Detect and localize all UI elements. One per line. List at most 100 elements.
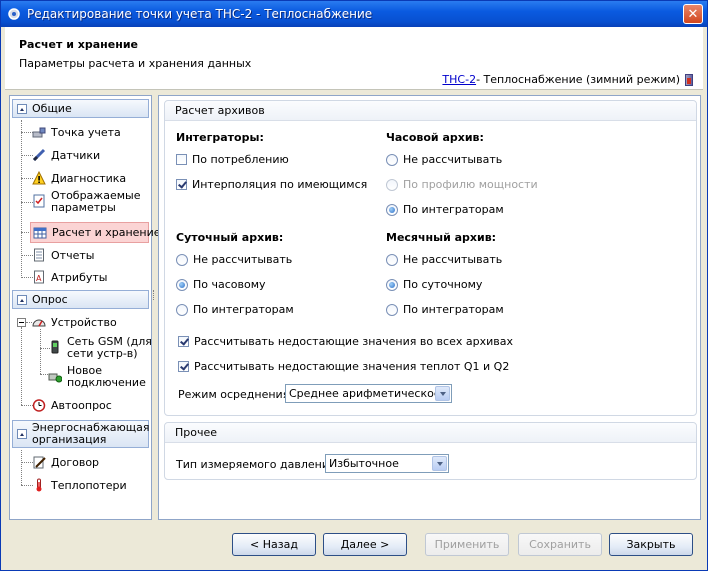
radio-circle[interactable] xyxy=(176,278,188,291)
window-title: Редактирование точки учета ТНС-2 - Тепло… xyxy=(27,7,373,21)
context-info: ТНС-2 - Теплоснабжение (зимний режим) xyxy=(442,73,693,86)
nav-item-new-connection[interactable]: Новое подключение xyxy=(48,365,153,389)
other-section: Прочее Тип измеряемого давления: Избыточ… xyxy=(164,422,697,480)
section-title: Расчет архивов xyxy=(165,101,696,121)
close-icon: ✕ xyxy=(687,6,699,22)
averaging-mode-label: Режим осреднения: xyxy=(178,388,294,401)
next-button[interactable]: Далее > xyxy=(323,533,407,556)
chevron-down-icon[interactable] xyxy=(432,456,447,471)
nav-item-calc-storage[interactable]: Расчет и хранение xyxy=(30,222,161,243)
close-button[interactable]: Закрыть xyxy=(609,533,693,556)
nav-item-diagnostics[interactable]: Диагностика xyxy=(32,170,126,185)
radio-circle[interactable] xyxy=(386,253,398,266)
collapse-icon xyxy=(17,429,27,439)
monthly-by-integrators-radio[interactable]: По интеграторам xyxy=(386,303,504,316)
nav-group-energy-org[interactable]: Энергоснабжающая организация xyxy=(12,420,150,448)
warning-icon xyxy=(32,170,46,185)
document-icon xyxy=(32,248,46,262)
thermometer-icon xyxy=(685,73,693,86)
metering-point-link[interactable]: ТНС-2 xyxy=(442,73,476,86)
nav-item-device[interactable]: Устройство xyxy=(32,315,117,329)
page-title: Расчет и хранение xyxy=(19,38,138,51)
monthly-by-daily-radio[interactable]: По суточному xyxy=(386,278,482,291)
page-subtitle: Параметры расчета и хранения данных xyxy=(19,57,252,70)
integrators-interpolation-checkbox[interactable]: Интерполяция по имеющимся xyxy=(176,178,367,191)
collapse-icon xyxy=(17,103,27,114)
pressure-type-select[interactable]: Избыточное xyxy=(325,454,449,473)
nav-item-heat-loss[interactable]: Теплопотери xyxy=(32,478,127,492)
tree-collapse-icon[interactable] xyxy=(17,318,26,327)
radio-circle[interactable] xyxy=(176,303,188,316)
radio-circle[interactable] xyxy=(176,253,188,266)
content-area: Общие Точка учета Датчики Диагностика От… xyxy=(5,90,703,522)
nav-group-poll[interactable]: Опрос xyxy=(12,290,149,309)
radio-circle[interactable] xyxy=(386,303,398,316)
nav-item-displayed-params[interactable]: Отображаемые параметры xyxy=(32,190,141,214)
archive-calc-section: Расчет архивов Интеграторы: По потреблен… xyxy=(164,100,697,416)
daily-none-radio[interactable]: Не рассчитывать xyxy=(176,253,292,266)
gear-icon xyxy=(7,7,21,21)
contract-pen-icon xyxy=(32,455,46,469)
calc-missing-all-checkbox[interactable]: Рассчитывать недостающие значения во все… xyxy=(178,335,513,348)
apply-button[interactable]: Применить xyxy=(425,533,509,556)
panel-splitter[interactable] xyxy=(153,290,157,300)
checklist-icon xyxy=(32,194,46,208)
daily-archive-label: Суточный архив: xyxy=(176,231,284,244)
radio-circle[interactable] xyxy=(386,203,398,216)
pressure-type-label: Тип измеряемого давления: xyxy=(176,458,340,471)
nav-item-attributes[interactable]: A Атрибуты xyxy=(32,270,107,284)
chevron-down-icon[interactable] xyxy=(435,386,450,401)
nav-item-reports[interactable]: Отчеты xyxy=(32,248,94,262)
nav-group-general[interactable]: Общие xyxy=(12,99,149,118)
nav-item-contract[interactable]: Договор xyxy=(32,455,99,469)
mobile-phone-icon xyxy=(48,340,62,354)
close-window-button[interactable]: ✕ xyxy=(683,4,703,24)
integrators-by-consumption-checkbox[interactable]: По потреблению xyxy=(176,153,289,166)
connection-icon xyxy=(48,369,63,383)
averaging-mode-select[interactable]: Среднее арифметическое xyxy=(285,384,452,403)
alarm-clock-icon xyxy=(32,398,46,412)
nav-group-label: Энергоснабжающая организация xyxy=(32,421,150,446)
radio-circle[interactable] xyxy=(386,178,398,191)
hourly-by-integrators-radio[interactable]: По интеграторам xyxy=(386,203,504,216)
daily-by-integrators-radio[interactable]: По интеграторам xyxy=(176,303,294,316)
table-icon xyxy=(33,226,47,240)
page-header: Расчет и хранение Параметры расчета и хр… xyxy=(5,27,703,90)
checkbox-box[interactable] xyxy=(178,336,189,347)
integrators-label: Интеграторы: xyxy=(176,131,264,144)
radio-circle[interactable] xyxy=(386,153,398,166)
nav-item-gsm[interactable]: Сеть GSM (для сети устр-в) xyxy=(48,336,153,360)
settings-panel: Расчет архивов Интеграторы: По потреблен… xyxy=(158,95,701,520)
device-gauge-icon xyxy=(32,315,46,329)
nav-item-autopoll[interactable]: Автоопрос xyxy=(32,398,112,412)
nav-group-label: Общие xyxy=(32,102,72,115)
checkbox-box[interactable] xyxy=(176,154,187,165)
section-title: Прочее xyxy=(165,423,696,443)
monthly-none-radio[interactable]: Не рассчитывать xyxy=(386,253,502,266)
checkbox-box[interactable] xyxy=(178,361,189,372)
hourly-none-radio[interactable]: Не рассчитывать xyxy=(386,153,502,166)
title-bar[interactable]: Редактирование точки учета ТНС-2 - Тепло… xyxy=(1,1,707,27)
metering-point-icon xyxy=(32,125,46,139)
nav-group-label: Опрос xyxy=(32,293,68,306)
radio-circle[interactable] xyxy=(386,278,398,291)
back-button[interactable]: < Назад xyxy=(232,533,316,556)
calc-missing-heat-checkbox[interactable]: Рассчитывать недостающие значения теплот… xyxy=(178,360,509,373)
context-text: - Теплоснабжение (зимний режим) xyxy=(476,73,680,86)
thermometer-icon xyxy=(32,478,46,492)
hourly-archive-label: Часовой архив: xyxy=(386,131,484,144)
daily-by-hourly-radio[interactable]: По часовому xyxy=(176,278,266,291)
navigation-panel: Общие Точка учета Датчики Диагностика От… xyxy=(9,95,161,520)
hourly-by-power-profile-radio[interactable]: По профилю мощности xyxy=(386,178,538,191)
dialog-window: Редактирование точки учета ТНС-2 - Тепло… xyxy=(0,0,708,571)
sensor-icon xyxy=(32,148,46,162)
save-button[interactable]: Сохранить xyxy=(518,533,602,556)
nav-item-sensors[interactable]: Датчики xyxy=(32,148,100,162)
dialog-footer: < Назад Далее > Применить Сохранить Закр… xyxy=(5,522,703,567)
checkbox-box[interactable] xyxy=(176,179,187,190)
attributes-icon: A xyxy=(32,270,46,284)
nav-item-metering-point[interactable]: Точка учета xyxy=(32,125,121,139)
collapse-icon xyxy=(17,294,27,305)
svg-text:A: A xyxy=(36,274,42,283)
monthly-archive-label: Месячный архив: xyxy=(386,231,497,244)
